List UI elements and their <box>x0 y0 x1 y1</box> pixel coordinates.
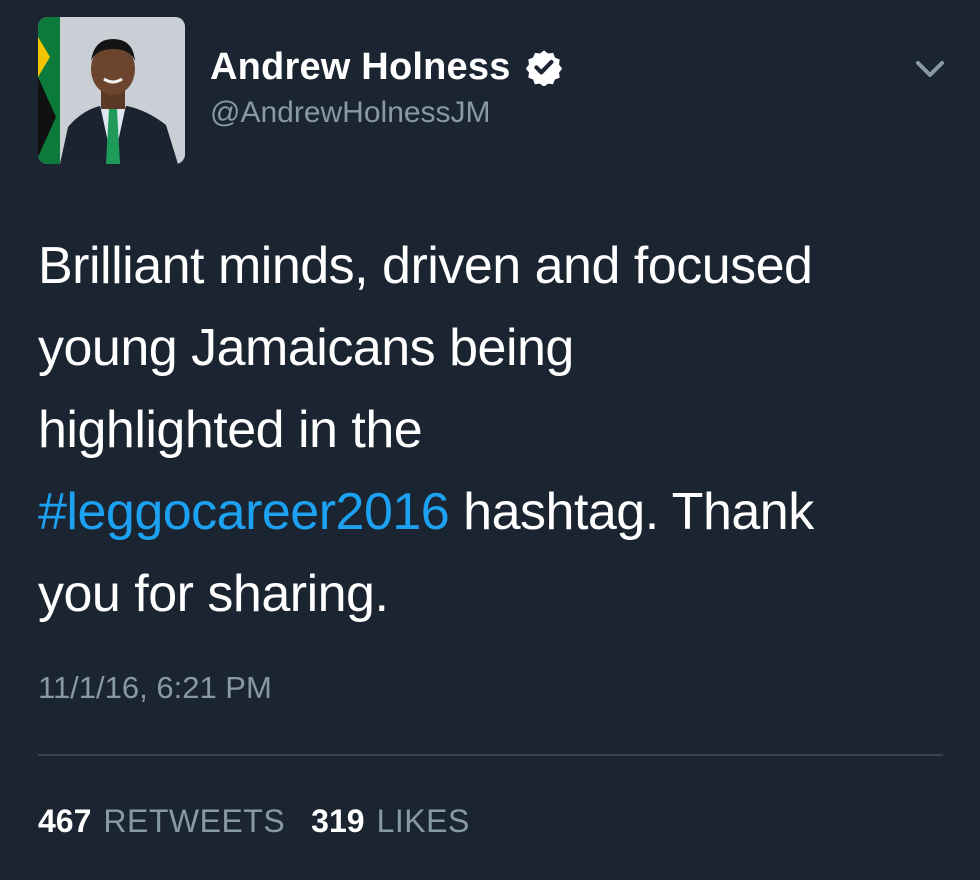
tweet-text-line: Brilliant minds, driven and focused <box>38 237 813 295</box>
retweets-stat[interactable]: 467 RETWEETS <box>38 803 285 840</box>
tweet-text-line: young Jamaicans being <box>38 319 574 377</box>
tweet-text-line: highlighted in the <box>38 401 423 459</box>
retweets-label: RETWEETS <box>103 803 286 839</box>
tweet-text-line: #leggocareer2016 hashtag. Thank <box>38 471 958 553</box>
tweet-card: Andrew Holness @AndrewHolnessJM Brillian… <box>0 0 980 880</box>
tweet-stats: 467 RETWEETS 319 LIKES <box>38 803 470 840</box>
user-handle[interactable]: @AndrewHolnessJM <box>210 96 491 130</box>
retweets-count: 467 <box>38 803 92 839</box>
likes-count: 319 <box>311 803 365 839</box>
tweet-timestamp[interactable]: 11/1/16, 6:21 PM <box>38 670 272 706</box>
display-name[interactable]: Andrew Holness <box>210 46 511 89</box>
tweet-text: Brilliant minds, driven and focused youn… <box>38 225 958 635</box>
tweet-text-fragment: hashtag. Thank <box>449 483 814 541</box>
verified-badge-icon <box>525 48 563 87</box>
hashtag-link[interactable]: #leggocareer2016 <box>38 483 450 541</box>
avatar[interactable] <box>38 17 185 164</box>
likes-label: LIKES <box>376 803 470 839</box>
avatar-photo <box>38 17 185 164</box>
likes-stat[interactable]: 319 LIKES <box>311 803 470 840</box>
chevron-down-icon[interactable] <box>910 54 950 84</box>
display-name-row: Andrew Holness <box>210 44 563 90</box>
divider <box>38 754 943 756</box>
tweet-text-line: you for sharing. <box>38 565 389 623</box>
